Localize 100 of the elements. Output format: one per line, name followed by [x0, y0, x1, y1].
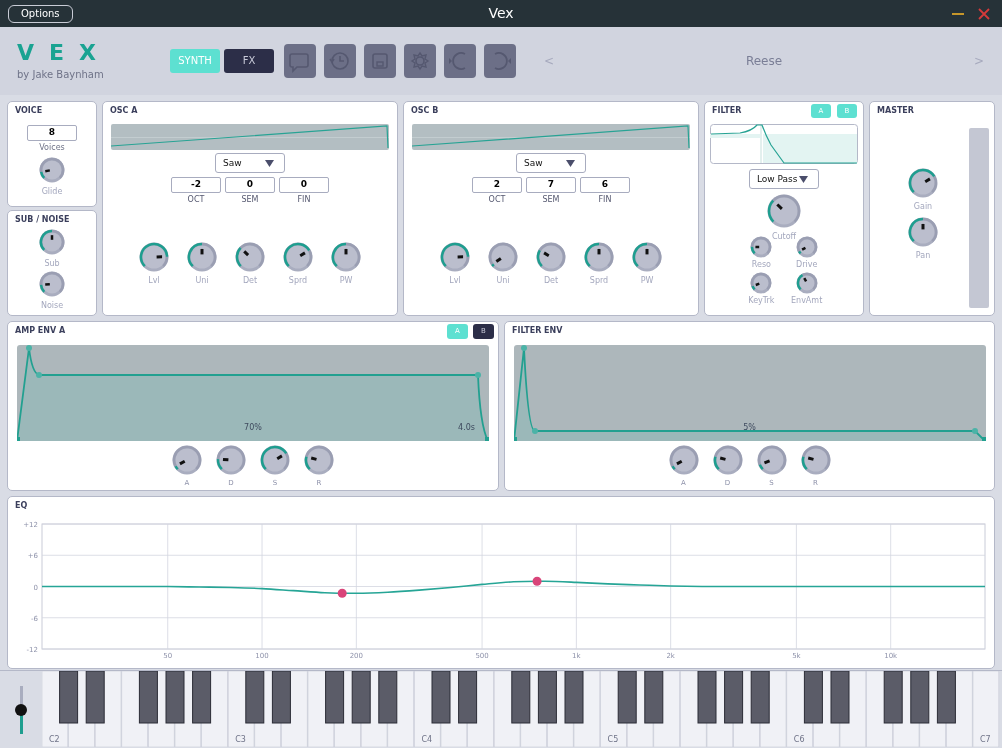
- knob[interactable]: [632, 242, 662, 272]
- options-button[interactable]: Options: [8, 4, 73, 23]
- slider-thumb[interactable]: [15, 703, 27, 716]
- sharp-key[interactable]: [537, 671, 557, 724]
- number-field[interactable]: -2: [171, 177, 221, 193]
- knob[interactable]: [795, 236, 818, 258]
- number-field[interactable]: 2: [472, 177, 522, 193]
- key-label: C2: [49, 735, 60, 744]
- knob-label: Gain: [913, 203, 933, 211]
- knob[interactable]: [668, 445, 699, 475]
- knob[interactable]: [908, 217, 938, 247]
- sharp-key[interactable]: [724, 671, 744, 724]
- sharp-key[interactable]: [351, 671, 371, 724]
- knob[interactable]: [756, 445, 787, 475]
- knob-label: Det: [543, 277, 559, 285]
- knob-label: Lvl: [449, 277, 461, 285]
- knob-label: Reso: [751, 261, 771, 269]
- knob-label: Cutoff: [771, 233, 797, 241]
- knob[interactable]: [488, 242, 518, 272]
- sharp-key[interactable]: [138, 671, 158, 724]
- knob[interactable]: [536, 242, 566, 272]
- number-field[interactable]: 8: [27, 125, 77, 141]
- sharp-key[interactable]: [325, 671, 345, 724]
- knob[interactable]: [39, 157, 65, 183]
- panel-title: AMP ENV A: [15, 327, 66, 335]
- knob[interactable]: [908, 168, 938, 198]
- knob[interactable]: [39, 229, 65, 255]
- knob[interactable]: [712, 445, 743, 475]
- knob-label: Noise: [40, 302, 64, 310]
- sharp-key[interactable]: [85, 671, 105, 724]
- knob[interactable]: [440, 242, 470, 272]
- key-label: C6: [793, 735, 805, 744]
- key-label: C5: [607, 735, 619, 744]
- sharp-key[interactable]: [271, 671, 291, 724]
- key-label: C3: [235, 735, 246, 744]
- knob[interactable]: [767, 194, 801, 228]
- dropdown[interactable]: Saw: [516, 153, 586, 173]
- field-label: FIN: [598, 196, 612, 204]
- knob[interactable]: [750, 236, 773, 258]
- knob-label: Glide: [41, 188, 63, 196]
- knob-label: PW: [640, 277, 654, 285]
- number-field[interactable]: 6: [580, 177, 630, 193]
- number-field[interactable]: 7: [526, 177, 576, 193]
- graph-label: 70%: [244, 424, 262, 432]
- eq-band-handle[interactable]: [337, 588, 347, 598]
- number-field[interactable]: 0: [279, 177, 329, 193]
- sharp-key[interactable]: [458, 671, 478, 724]
- sharp-key[interactable]: [644, 671, 664, 724]
- caret-icon: [265, 159, 274, 167]
- preset-name: Reese: [745, 53, 783, 70]
- sharp-key[interactable]: [617, 671, 637, 724]
- number-field[interactable]: 0: [225, 177, 275, 193]
- byline: by Jake Baynham: [17, 70, 105, 80]
- knob[interactable]: [750, 272, 773, 294]
- mod-slider[interactable]: [14, 685, 28, 734]
- sharp-key[interactable]: [192, 671, 212, 724]
- sharp-key[interactable]: [910, 671, 930, 724]
- tab[interactable]: FX: [224, 49, 274, 73]
- knob[interactable]: [800, 445, 831, 475]
- knob[interactable]: [304, 445, 334, 475]
- field-label: Voices: [39, 144, 65, 152]
- knob[interactable]: [39, 271, 65, 297]
- knob[interactable]: [187, 242, 217, 272]
- panel-title: MASTER: [877, 107, 914, 115]
- knob[interactable]: [216, 445, 246, 475]
- sharp-key[interactable]: [59, 671, 79, 724]
- knob[interactable]: [260, 445, 290, 475]
- field-label: OCT: [187, 196, 205, 204]
- graph-label: 5%: [743, 424, 756, 432]
- sharp-key[interactable]: [936, 671, 956, 724]
- sharp-key[interactable]: [750, 671, 770, 724]
- knob[interactable]: [795, 272, 818, 294]
- knob[interactable]: [139, 242, 169, 272]
- eq-band-handle[interactable]: [532, 576, 542, 586]
- knob-label: Uni: [195, 277, 209, 285]
- sharp-key[interactable]: [378, 671, 398, 724]
- sharp-key[interactable]: [803, 671, 823, 724]
- knob[interactable]: [331, 242, 361, 272]
- knob[interactable]: [172, 445, 202, 475]
- dropdown[interactable]: Saw: [215, 153, 285, 173]
- knob-label: PW: [339, 277, 353, 285]
- knob[interactable]: [235, 242, 265, 272]
- knob-label: Sprd: [288, 277, 308, 285]
- sharp-key[interactable]: [883, 671, 903, 724]
- history-icon: [328, 49, 352, 73]
- panel-title: VOICE: [15, 107, 43, 115]
- key-label: C4: [421, 735, 433, 744]
- panel-title: OSC B: [411, 107, 439, 115]
- knob[interactable]: [584, 242, 614, 272]
- caret-icon: [799, 175, 808, 183]
- key-label: C7: [980, 735, 991, 744]
- sharp-key[interactable]: [245, 671, 265, 724]
- panel-title: SUB / NOISE: [15, 216, 70, 224]
- knob[interactable]: [283, 242, 313, 272]
- dropdown[interactable]: Low Pass: [749, 169, 819, 189]
- field-label: SEM: [241, 196, 259, 204]
- sharp-key[interactable]: [511, 671, 531, 724]
- panel-title: OSC A: [110, 107, 138, 115]
- close-icon[interactable]: [978, 7, 990, 20]
- field-label: FIN: [297, 196, 311, 204]
